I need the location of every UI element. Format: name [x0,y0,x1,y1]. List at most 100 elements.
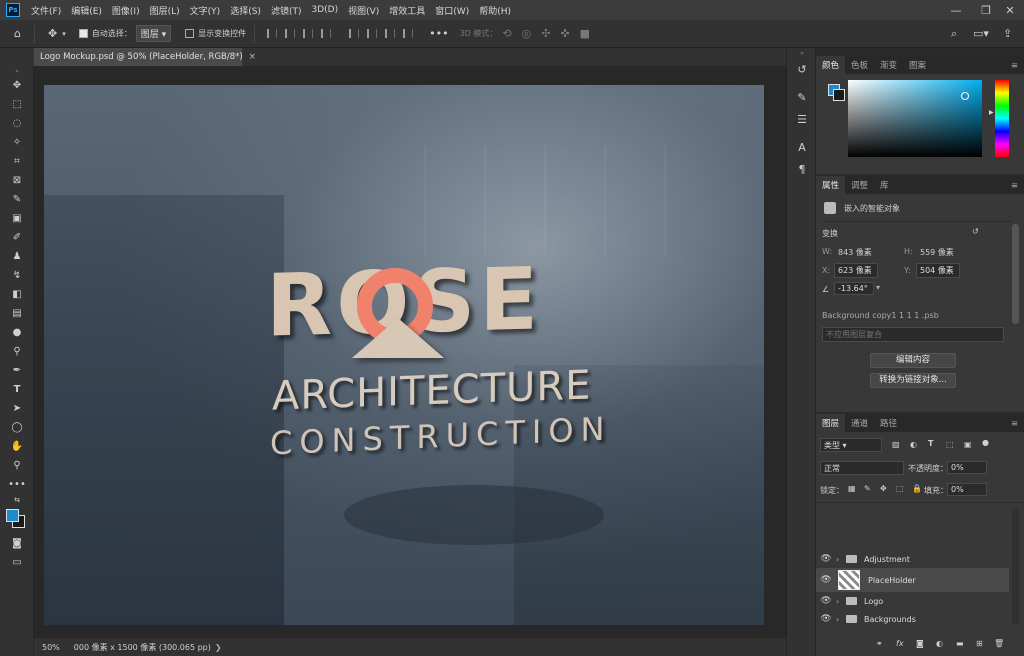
eraser-tool-icon[interactable]: ◧ [0,285,34,304]
panel-menu-icon[interactable]: ≡ [1005,178,1024,194]
convert-to-linked-button[interactable]: 转换为链接对象... [870,373,956,388]
new-group-icon[interactable]: ▬ [956,639,964,648]
reset-transform-icon[interactable]: ↺ [972,227,979,236]
gradient-tool-icon[interactable]: ▤ [0,304,34,323]
type-tool-icon[interactable]: T [0,380,34,399]
lock-transparent-icon[interactable]: ▦ [848,484,856,493]
3d-pan-icon[interactable]: ✣ [541,27,550,40]
align-bottom-icon[interactable] [385,29,396,38]
distribute-vertical-icon[interactable] [403,29,414,38]
tab-gradients[interactable]: 渐变 [874,56,903,74]
menu-plugins[interactable]: 增效工具 [384,4,430,17]
lock-position-icon[interactable]: ✥ [880,484,887,493]
delete-layer-icon[interactable]: 🗑 [994,639,1004,648]
link-layers-icon[interactable]: ⚭ [876,639,883,648]
new-layer-icon[interactable]: ⊞ [976,639,983,648]
adjustments-panel-icon[interactable]: ☰ [787,108,817,130]
expand-panels-icon[interactable]: « [787,48,817,58]
filter-type-icon[interactable]: T [928,439,933,448]
quick-mask-icon[interactable]: ◙ [0,534,34,553]
filter-shape-icon[interactable]: ⬚ [946,440,954,449]
healing-brush-tool-icon[interactable]: ▣ [0,209,34,228]
lasso-tool-icon[interactable]: ◌ [0,114,34,133]
frame-tool-icon[interactable]: ⊠ [0,171,34,190]
layer-row-backgrounds[interactable]: 👁 › Backgrounds [816,610,1009,628]
dodge-tool-icon[interactable]: ⚲ [0,342,34,361]
brush-settings-icon[interactable]: ✎ [787,86,817,108]
menu-filter[interactable]: 滤镜(T) [266,4,307,17]
y-field[interactable]: 504 像素 [916,263,960,278]
eyedropper-tool-icon[interactable]: ✎ [0,190,34,209]
panel-menu-icon[interactable]: ≡ [1005,58,1024,74]
width-value[interactable]: 843 像素 [838,247,872,258]
move-tool-icon[interactable]: ✥ [48,27,57,40]
tab-channels[interactable]: 通道 [845,414,874,432]
menu-help[interactable]: 帮助(H) [474,4,516,17]
share-icon[interactable]: ⇪ [1003,27,1012,40]
menu-3d[interactable]: 3D(D) [306,5,343,15]
pen-tool-icon[interactable]: ✒ [0,361,34,380]
show-transform-checkbox[interactable] [185,29,195,38]
move-tool-icon[interactable]: ✥ [0,76,34,95]
auto-select-checkbox[interactable] [78,29,88,38]
chevron-down-icon[interactable]: ▾ [876,283,880,292]
eye-icon[interactable]: 👁 [816,575,836,585]
chevron-right-icon[interactable]: › [836,555,846,564]
search-icon[interactable]: ⌕ [951,27,957,41]
tab-adjustments[interactable]: 调整 [845,176,874,194]
filter-smart-object-icon[interactable]: ▣ [964,440,972,449]
layer-style-icon[interactable]: fx [896,639,904,648]
workspace-icon[interactable]: ▭▾ [973,27,989,40]
filter-toggle-icon[interactable]: ● [982,438,989,447]
layer-row-logo[interactable]: 👁 › Logo [816,592,1009,610]
history-panel-icon[interactable]: ↺ [787,58,817,80]
align-left-icon[interactable] [267,29,278,38]
lock-all-icon[interactable]: 🔒 [912,484,922,493]
brush-tool-icon[interactable]: ✐ [0,228,34,247]
tab-paths[interactable]: 路径 [874,414,903,432]
color-swatches[interactable] [0,506,34,528]
character-panel-icon[interactable]: A [787,136,817,158]
color-picker-cursor[interactable] [961,92,969,100]
edit-contents-button[interactable]: 编辑内容 [870,353,956,368]
fill-field[interactable]: 0% [947,483,987,496]
background-color-chip[interactable] [833,89,845,101]
auto-select-dropdown[interactable]: 图层 ▾ [135,25,172,42]
path-selection-tool-icon[interactable]: ➤ [0,399,34,418]
3d-orbit-icon[interactable]: ⟲ [502,27,511,40]
menu-window[interactable]: 窗口(W) [430,4,474,17]
hue-slider[interactable] [995,80,1009,157]
more-options-icon[interactable]: ••• [429,27,448,40]
x-field[interactable]: 623 像素 [834,263,878,278]
layer-row-adjustment[interactable]: 👁 › Adjustment [816,550,1009,568]
status-menu-icon[interactable]: ❯ [215,643,222,652]
eye-icon[interactable]: 👁 [816,596,836,606]
distribute-icon[interactable] [321,29,332,38]
edit-toolbar-icon[interactable]: ••• [0,475,34,494]
layer-filter-select[interactable]: 类型 ▾ [820,438,882,452]
align-center-icon[interactable] [285,29,296,38]
chevron-right-icon[interactable]: › [836,597,846,606]
blur-tool-icon[interactable]: ● [0,323,34,342]
collapse-toolbar-icon[interactable]: » [0,66,34,76]
home-icon[interactable]: ⌂ [14,27,21,40]
screen-mode-icon[interactable]: ▭ [0,553,34,572]
menu-view[interactable]: 视图(V) [343,4,384,17]
layer-row-placeholder[interactable]: 👁 PlaceHolder [816,568,1009,592]
adjustment-layer-icon[interactable]: ◐ [936,639,943,648]
clone-stamp-tool-icon[interactable]: ♟ [0,247,34,266]
add-mask-icon[interactable]: ◙ [916,639,924,648]
eye-icon[interactable]: 👁 [816,554,836,564]
close-tab-icon[interactable]: × [249,52,256,62]
filter-adjustment-icon[interactable]: ◐ [910,440,917,449]
height-value[interactable]: 559 像素 [920,247,954,258]
chevron-right-icon[interactable]: › [836,615,846,624]
close-window-icon[interactable]: ✕ [996,0,1024,20]
zoom-level[interactable]: 50% [42,643,60,652]
color-field[interactable] [848,80,982,157]
tab-color[interactable]: 颜色 [816,56,846,74]
align-middle-icon[interactable] [367,29,378,38]
document-canvas[interactable]: ROSE ARCHITECTURE CONSTRUCTION [44,85,764,625]
menu-layer[interactable]: 图层(L) [145,4,185,17]
foreground-color-swatch[interactable] [6,509,19,522]
